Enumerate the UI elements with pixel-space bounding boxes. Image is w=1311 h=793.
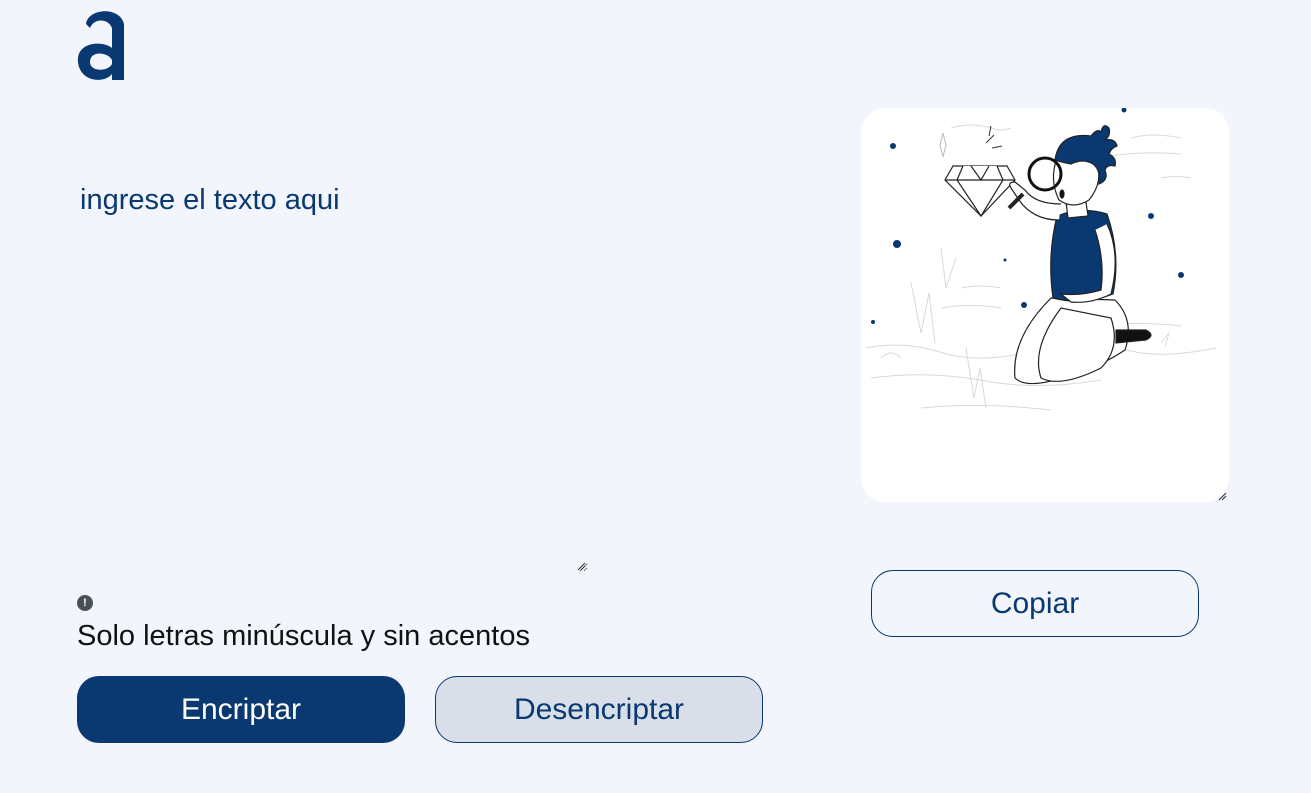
output-panel[interactable] bbox=[861, 108, 1229, 502]
info-icon: ! bbox=[77, 595, 93, 611]
copy-button[interactable]: Copiar bbox=[871, 570, 1199, 637]
message-input[interactable] bbox=[76, 170, 588, 572]
page: ! Solo letras minúscula y sin acentos En… bbox=[0, 0, 1311, 793]
magnifying-glass-person-illustration bbox=[865, 108, 1217, 411]
input-hint: Solo letras minúscula y sin acentos bbox=[77, 620, 530, 652]
resize-handle[interactable] bbox=[576, 561, 586, 571]
decrypt-button[interactable]: Desencriptar bbox=[435, 676, 763, 743]
encrypt-button[interactable]: Encriptar bbox=[77, 676, 405, 743]
output-resize-handle[interactable] bbox=[1217, 491, 1227, 501]
brand-logo bbox=[77, 11, 124, 80]
